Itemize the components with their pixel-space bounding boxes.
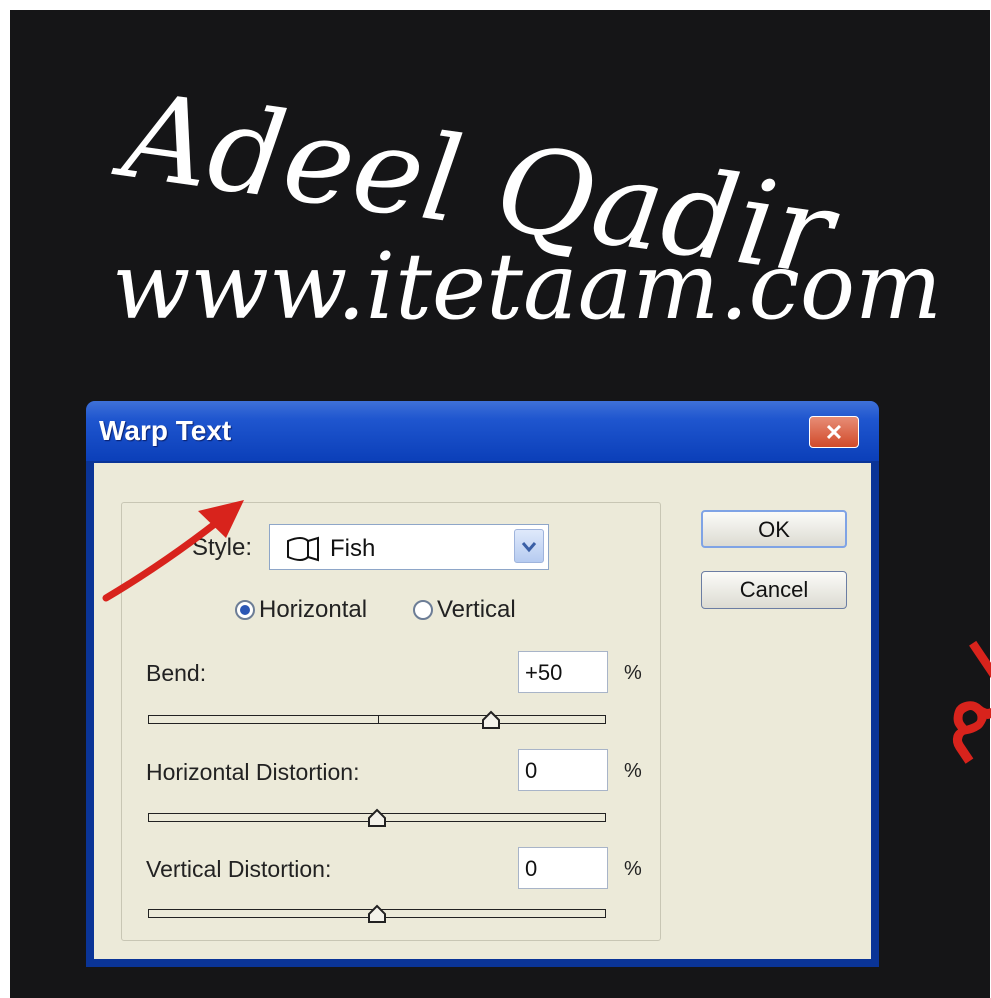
horizontal-radio[interactable]: Horizontal	[235, 596, 367, 624]
bend-slider-thumb[interactable]	[481, 710, 501, 730]
vertical-radio[interactable]: Vertical	[413, 596, 516, 624]
horizontal-distortion-slider-thumb[interactable]	[367, 808, 387, 828]
radio-selected-icon	[235, 600, 255, 620]
vertical-distortion-slider-thumb[interactable]	[367, 904, 387, 924]
signature-graphic: Adeel Qadir www.itetaam.com	[107, 65, 942, 340]
radio-unselected-icon	[413, 600, 433, 620]
style-value: Fish	[330, 535, 376, 562]
horizontal-distortion-slider[interactable]	[148, 808, 606, 827]
vertical-distortion-slider[interactable]	[148, 904, 606, 923]
bend-label: Bend:	[146, 660, 207, 686]
horizontal-distortion-input[interactable]: 0	[518, 749, 608, 791]
bend-percent-sign: %	[624, 662, 642, 684]
signature-url: www.itetaam.com	[112, 233, 942, 340]
bend-slider-center-tick	[378, 715, 379, 724]
style-dropdown[interactable]: Fish	[269, 524, 549, 570]
dialog-body: Style: Fish Horizontal Vertical Bend: +5…	[94, 463, 871, 959]
horizontal-distortion-percent-sign: %	[624, 760, 642, 782]
horizontal-distortion-label: Horizontal Distortion:	[146, 759, 360, 785]
close-icon: ✕	[824, 420, 844, 445]
chevron-down-icon[interactable]	[514, 529, 544, 563]
vertical-distortion-label: Vertical Distortion:	[146, 856, 332, 882]
vertical-distortion-percent-sign: %	[624, 858, 642, 880]
ok-button[interactable]: OK	[701, 510, 847, 548]
warp-text-dialog: Warp Text ✕ Style: Fish Horizontal Verti…	[86, 401, 879, 967]
horizontal-radio-label: Horizontal	[259, 596, 368, 623]
dialog-title: Warp Text	[99, 415, 232, 446]
close-button[interactable]: ✕	[809, 416, 859, 448]
warp-options-group: Style: Fish Horizontal Vertical Bend: +5…	[121, 502, 661, 941]
dialog-titlebar[interactable]: Warp Text ✕	[86, 401, 879, 461]
cancel-button[interactable]: Cancel	[701, 571, 847, 609]
vertical-radio-label: Vertical	[437, 596, 516, 623]
style-label: Style:	[192, 534, 255, 562]
bend-slider[interactable]	[148, 710, 606, 729]
fish-warp-icon	[287, 536, 319, 562]
vertical-distortion-input[interactable]: 0	[518, 847, 608, 889]
bend-input[interactable]: +50	[518, 651, 608, 693]
